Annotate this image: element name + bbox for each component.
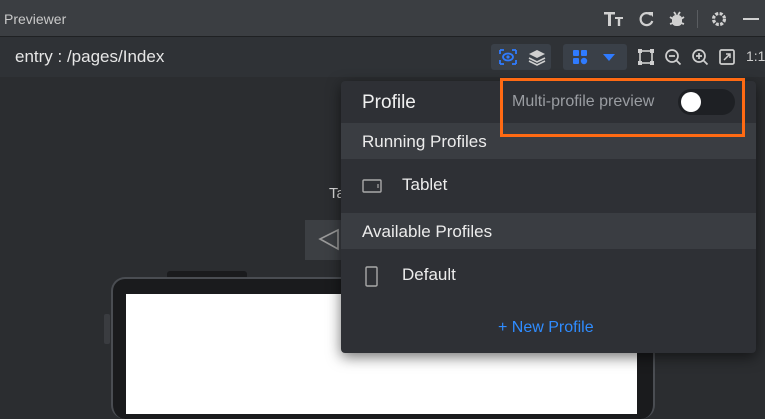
available-profiles-section: Available Profiles [341,213,756,249]
chevron-down-icon[interactable] [599,47,619,67]
fit-frame-icon[interactable] [636,47,656,67]
previewer-toolbar: entry : /pages/Index 1:1 [0,37,765,77]
phone-icon [362,266,382,288]
multi-profile-toggle[interactable] [678,89,735,115]
eye-inspect-icon[interactable] [498,47,518,67]
toolbar-separator [697,10,698,28]
profile-item-tablet[interactable]: Tablet [341,159,756,213]
running-profiles-heading: Running Profiles [362,132,487,151]
running-profiles-section: Running Profiles [341,123,756,159]
zoom-out-icon[interactable] [663,47,683,67]
title-bar: Previewer [0,0,765,37]
popup-header: Profile Multi-profile preview [341,81,756,123]
back-button[interactable] [305,220,345,260]
triangle-left-icon [318,228,339,251]
profile-name: Default [402,265,456,284]
popup-title: Profile [362,92,416,113]
profile-name: Tablet [402,175,448,194]
refresh-icon[interactable] [636,9,656,29]
multi-profile-label: Multi-profile preview [512,93,655,110]
new-profile-link[interactable]: + New Profile [498,319,594,337]
fit-screen-icon[interactable] [717,47,737,67]
gear-icon[interactable] [709,9,729,29]
window-title: Previewer [4,11,67,27]
profile-popup: Profile Multi-profile preview Running Pr… [341,81,756,353]
profile-item-default[interactable]: Default [341,249,756,303]
zoom-in-icon[interactable] [690,47,710,67]
tablet-icon [362,176,382,196]
page-path: entry : /pages/Index [15,47,165,66]
font-size-icon[interactable] [603,9,623,29]
available-profiles-heading: Available Profiles [362,222,493,241]
layers-icon[interactable] [527,47,547,67]
device-side-button [104,314,110,344]
minimize-icon[interactable] [742,9,762,29]
actual-size-button[interactable]: 1:1 [746,48,765,64]
multi-device-icon[interactable] [570,47,590,67]
debug-icon[interactable] [667,9,687,29]
toggle-knob [681,92,701,112]
